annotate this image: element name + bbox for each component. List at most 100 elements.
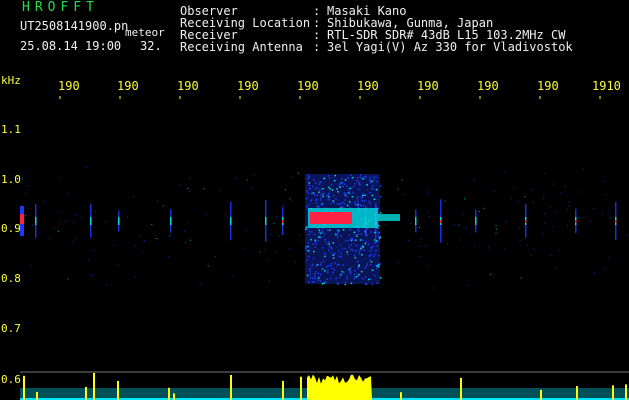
- burst-speck: [372, 188, 374, 190]
- burst-speck: [306, 190, 308, 192]
- noise-speck: [58, 211, 60, 213]
- burst-speck: [327, 265, 329, 267]
- burst-speck: [344, 199, 346, 201]
- burst-speck: [377, 235, 380, 238]
- noise-speck: [453, 224, 455, 226]
- burst-speck: [326, 278, 328, 280]
- noise-speck: [267, 223, 269, 225]
- noise-speck: [303, 229, 305, 231]
- burst-speck: [360, 197, 362, 199]
- burst-speck: [371, 269, 374, 271]
- ping-peak: [440, 220, 442, 223]
- burst-speck: [319, 199, 322, 201]
- burst-speck: [306, 249, 308, 252]
- burst-speck: [357, 203, 359, 206]
- burst-speck: [339, 276, 341, 278]
- burst-speck: [357, 260, 359, 263]
- burst-speck: [324, 240, 327, 243]
- burst-speck: [318, 229, 321, 232]
- noise-speck: [300, 241, 302, 243]
- noise-speck: [263, 249, 265, 251]
- burst-speck: [368, 200, 370, 203]
- noise-speck: [444, 200, 446, 202]
- burst-speck: [313, 250, 315, 253]
- noise-speck: [474, 179, 475, 180]
- noise-speck: [433, 287, 435, 289]
- noise-speck: [504, 248, 506, 250]
- burst-speck: [350, 248, 352, 251]
- burst-speck: [357, 181, 360, 183]
- burst-speck: [324, 270, 326, 272]
- burst-core: [310, 212, 352, 224]
- burst-speck: [341, 177, 343, 180]
- noise-speck: [510, 198, 512, 200]
- time-tick: 190: [117, 79, 139, 93]
- burst-speck: [368, 255, 370, 257]
- burst-speck: [369, 181, 372, 184]
- burst-speck: [358, 227, 360, 230]
- burst-speck: [331, 189, 334, 191]
- burst-speck: [324, 255, 326, 258]
- noise-speck: [532, 201, 534, 203]
- burst-speck: [317, 272, 319, 275]
- noise-speck: [495, 225, 497, 227]
- burst-speck: [364, 194, 366, 196]
- burst-speck: [375, 176, 377, 179]
- burst-speck: [319, 273, 322, 276]
- burst-speck: [312, 185, 314, 188]
- noise-speck: [53, 227, 55, 229]
- noise-speck: [189, 177, 191, 179]
- burst-speck: [362, 239, 364, 241]
- noise-speck: [93, 250, 95, 252]
- burst-speck: [324, 238, 327, 241]
- activity-spike: [540, 389, 542, 400]
- noise-speck: [134, 244, 136, 246]
- burst-speck: [328, 186, 330, 189]
- burst-speck: [312, 258, 315, 260]
- noise-speck: [578, 191, 580, 193]
- waterfall-display: [20, 166, 628, 289]
- noise-speck: [604, 180, 606, 182]
- noise-speck: [85, 166, 87, 168]
- burst-speck: [319, 189, 321, 191]
- file-suffix: meteor: [125, 26, 165, 39]
- burst-speck: [356, 179, 358, 182]
- burst-speck: [369, 259, 371, 261]
- time-tick: 190: [357, 79, 379, 93]
- burst-speck: [320, 194, 322, 196]
- burst-speck: [372, 179, 375, 181]
- burst-speck: [311, 231, 313, 233]
- noise-speck: [67, 278, 69, 280]
- activity-spike: [612, 385, 614, 400]
- burst-speck: [333, 179, 336, 182]
- burst-speck: [354, 201, 356, 203]
- burst-speck: [343, 272, 345, 275]
- burst-speck: [340, 202, 342, 205]
- noise-speck: [289, 198, 291, 200]
- burst-halo: [305, 174, 380, 284]
- activity-spike: [23, 375, 25, 400]
- burst-speck: [346, 195, 348, 197]
- burst-speck: [342, 229, 345, 231]
- burst-speck: [362, 193, 364, 195]
- burst-speck: [342, 185, 344, 188]
- noise-speck: [404, 193, 406, 195]
- burst-speck: [354, 233, 356, 236]
- noise-speck: [583, 168, 585, 170]
- burst-speck: [308, 182, 310, 184]
- noise-speck: [569, 205, 571, 207]
- burst-speck: [325, 281, 327, 283]
- burst-speck: [330, 248, 333, 250]
- noise-speck: [602, 213, 604, 215]
- burst-speck: [355, 250, 358, 252]
- burst-speck: [378, 237, 381, 240]
- noise-speck: [189, 190, 190, 192]
- burst-speck: [358, 230, 360, 233]
- activity-spike: [117, 381, 119, 400]
- burst-speck: [376, 267, 378, 269]
- noise-speck: [467, 284, 469, 286]
- burst-speck: [318, 276, 320, 278]
- noise-speck: [550, 254, 552, 256]
- burst-speck: [353, 269, 356, 272]
- burst-speck: [364, 177, 366, 179]
